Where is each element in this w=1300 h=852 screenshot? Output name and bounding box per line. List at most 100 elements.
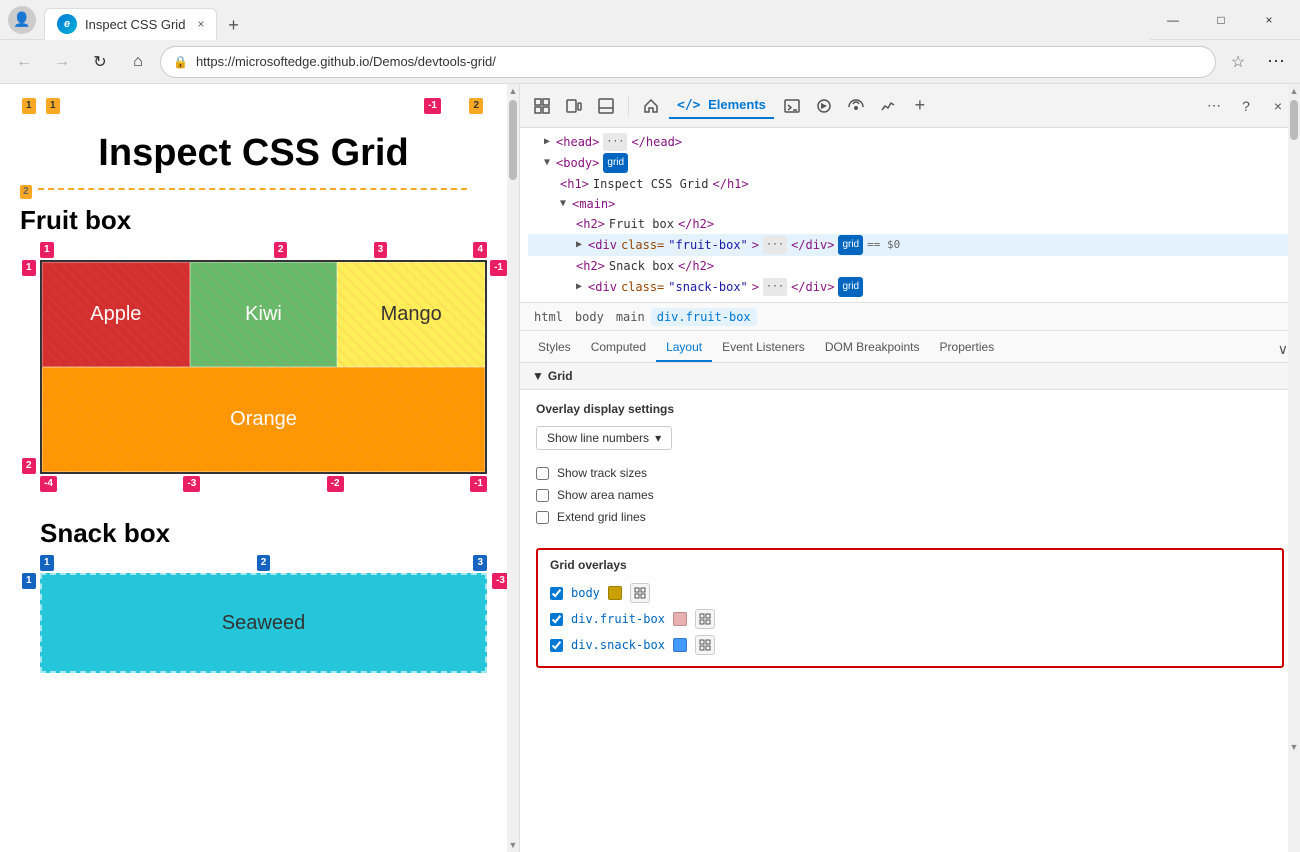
- overlay-body-checkbox[interactable]: [550, 587, 563, 600]
- overlay-snack-box-checkbox[interactable]: [550, 639, 563, 652]
- dom-h2-snack-line[interactable]: <h2> Snack box </h2>: [528, 256, 1292, 276]
- expand-snack-box-icon[interactable]: ▶: [576, 278, 582, 296]
- row-num-2: 2: [22, 458, 36, 474]
- extend-grid-lines-checkbox[interactable]: [536, 511, 549, 524]
- tab-styles[interactable]: Styles: [528, 334, 581, 362]
- expand-main-icon[interactable]: ▼: [560, 195, 566, 213]
- tab-properties[interactable]: Properties: [930, 334, 1005, 362]
- tab-computed[interactable]: Computed: [581, 334, 656, 362]
- elements-label: Elements: [708, 97, 766, 112]
- dt-scroll-thumb[interactable]: [1290, 100, 1298, 140]
- dropdown-label: Show line numbers: [547, 431, 649, 445]
- expand-body-icon[interactable]: ▼: [544, 154, 550, 172]
- tab-dom-breakpoints[interactable]: DOM Breakpoints: [815, 334, 930, 362]
- dt-scroll-up-arrow[interactable]: ▲: [1290, 86, 1299, 96]
- dom-fruit-box-line[interactable]: ⋯ ▶ <div class= "fruit-box" > ··· </div>…: [528, 234, 1292, 256]
- overlay-fruit-box-inspect-button[interactable]: [695, 609, 715, 629]
- scroll-thumb[interactable]: [509, 100, 517, 180]
- body-grid-badge: grid: [603, 153, 628, 173]
- console-panel-button[interactable]: [778, 92, 806, 120]
- head-close-tag: </head>: [631, 133, 682, 151]
- show-line-numbers-dropdown[interactable]: Show line numbers ▾: [536, 426, 672, 450]
- network-panel-button[interactable]: [842, 92, 870, 120]
- fruit-box-ellipsis[interactable]: ···: [763, 236, 787, 254]
- grid-dashed-line: [38, 186, 467, 190]
- grid-section-header[interactable]: ▼ Grid: [520, 363, 1300, 390]
- overlay-body-inspect-button[interactable]: [630, 583, 650, 603]
- browser-tab[interactable]: e Inspect CSS Grid ×: [44, 8, 217, 40]
- devtools-scrollbar[interactable]: ▲ ▼: [1288, 84, 1300, 852]
- h2-fruit-open: <h2>: [576, 215, 605, 233]
- snack-row-1: 1: [22, 573, 36, 589]
- scroll-up-arrow[interactable]: ▲: [509, 86, 518, 96]
- show-area-names-checkbox[interactable]: [536, 489, 549, 502]
- breadcrumb-main[interactable]: main: [610, 308, 651, 326]
- fruit-box-grid-badge: grid: [838, 235, 863, 255]
- dt-scroll-down-arrow[interactable]: ▼: [1290, 742, 1299, 752]
- overlay-fruit-box-label: div.fruit-box: [571, 612, 665, 626]
- show-track-sizes-checkbox[interactable]: [536, 467, 549, 480]
- breadcrumb-html[interactable]: html: [528, 308, 569, 326]
- head-open-tag: <head>: [556, 133, 599, 151]
- expand-fruit-box-icon[interactable]: ▶: [576, 236, 582, 254]
- home-icon: [643, 98, 659, 114]
- dom-head-line[interactable]: ▶ <head> ··· </head>: [528, 132, 1292, 152]
- tab-layout[interactable]: Layout: [656, 334, 712, 362]
- settings-button[interactable]: ?: [1232, 92, 1260, 120]
- snack-box-ellipsis[interactable]: ···: [763, 278, 787, 296]
- overlay-snack-box-inspect-button[interactable]: [695, 635, 715, 655]
- elements-panel-tab[interactable]: </> Elements: [669, 93, 774, 119]
- home-devtools-button[interactable]: [637, 92, 665, 120]
- expand-head-icon[interactable]: ▶: [544, 133, 550, 151]
- h2-snack-text: Snack box: [609, 257, 674, 275]
- more-panels-button[interactable]: ⋯: [1200, 92, 1228, 120]
- sources-panel-button[interactable]: [810, 92, 838, 120]
- refresh-button[interactable]: ↻: [84, 46, 116, 78]
- overlay-body-color[interactable]: [608, 586, 622, 600]
- lock-icon: 🔒: [173, 55, 188, 69]
- device-emulation-button[interactable]: [560, 92, 588, 120]
- show-track-sizes-checkbox-row[interactable]: Show track sizes: [536, 462, 1284, 484]
- new-tab-button[interactable]: +: [219, 12, 247, 40]
- snack-col-nums-top: 1 2 3: [40, 555, 487, 571]
- network-icon: [848, 98, 864, 114]
- back-button[interactable]: ←: [8, 46, 40, 78]
- head-ellipsis[interactable]: ···: [603, 133, 627, 151]
- inspect-element-button[interactable]: [528, 92, 556, 120]
- address-bar[interactable]: 🔒 https://microsoftedge.github.io/Demos/…: [160, 46, 1216, 78]
- col-num-2: 2: [274, 242, 288, 258]
- dom-h2-fruit-line[interactable]: <h2> Fruit box </h2>: [528, 214, 1292, 234]
- extend-grid-lines-checkbox-row[interactable]: Extend grid lines: [536, 506, 1284, 528]
- fruit-section: Fruit box 1 2 3 4 1 2: [0, 205, 507, 484]
- minimize-button[interactable]: —: [1150, 5, 1196, 35]
- fruit-grid: Apple Kiwi Mango Orange: [40, 260, 487, 474]
- dom-main-line[interactable]: ▼ <main>: [528, 194, 1292, 214]
- tab-close-button[interactable]: ×: [197, 17, 204, 31]
- dom-snack-box-line[interactable]: ▶ <div class= "snack-box" > ··· </div> g…: [528, 276, 1292, 298]
- show-area-names-checkbox-row[interactable]: Show area names: [536, 484, 1284, 506]
- overlay-snack-box-color[interactable]: [673, 638, 687, 652]
- snack-box-title: Snack box: [40, 518, 487, 549]
- forward-button[interactable]: →: [46, 46, 78, 78]
- add-panel-button[interactable]: +: [906, 92, 934, 120]
- performance-panel-button[interactable]: [874, 92, 902, 120]
- h2-snack-open: <h2>: [576, 257, 605, 275]
- breadcrumb-body[interactable]: body: [569, 308, 610, 326]
- user-avatar[interactable]: 👤: [8, 6, 36, 34]
- maximize-button[interactable]: □: [1198, 5, 1244, 35]
- home-button[interactable]: ⌂: [122, 46, 154, 78]
- close-button[interactable]: ×: [1246, 5, 1292, 35]
- overlay-fruit-box-color[interactable]: [673, 612, 687, 626]
- browser-menu-button[interactable]: ⋯: [1260, 46, 1292, 78]
- breadcrumb-fruit-box[interactable]: div.fruit-box: [651, 308, 757, 326]
- favorites-button[interactable]: ☆: [1222, 46, 1254, 78]
- overlay-fruit-box-checkbox[interactable]: [550, 613, 563, 626]
- webpage-scrollbar[interactable]: ▲ ▼: [507, 84, 519, 852]
- main-area: 1 1 -1 2 Inspect CSS Grid 2 Fruit box: [0, 84, 1300, 852]
- tab-event-listeners[interactable]: Event Listeners: [712, 334, 815, 362]
- toggle-drawer-button[interactable]: [592, 92, 620, 120]
- scroll-down-arrow[interactable]: ▼: [509, 840, 518, 850]
- dom-body-line[interactable]: ▼ <body> grid: [528, 152, 1292, 174]
- dom-h1-line[interactable]: <h1> Inspect CSS Grid </h1>: [528, 174, 1292, 194]
- h1-open-tag: <h1>: [560, 175, 589, 193]
